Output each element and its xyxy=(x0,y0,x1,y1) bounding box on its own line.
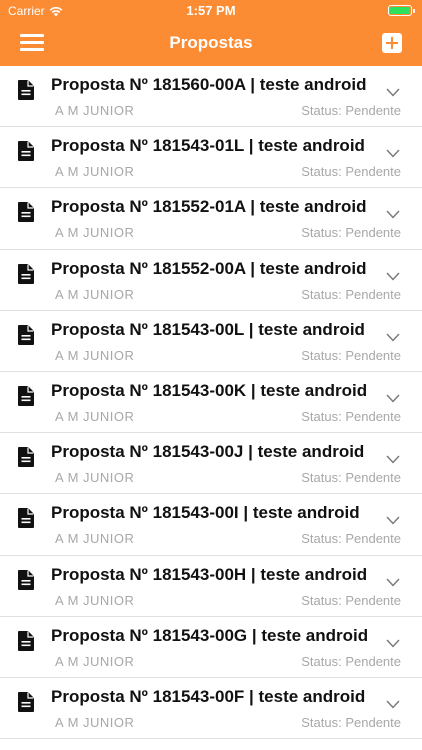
chevron-down-icon[interactable] xyxy=(386,574,400,587)
chevron-down-icon[interactable] xyxy=(386,696,400,709)
proposal-title: Proposta Nº 181543-00H | teste android xyxy=(51,564,368,584)
proposal-status: Status: Pendente xyxy=(301,653,401,669)
status-bar: Carrier 1:57 PM xyxy=(0,0,422,22)
chevron-down-icon[interactable] xyxy=(386,206,400,219)
proposal-client: A M JUNIOR xyxy=(55,470,135,486)
chevron-down-icon[interactable] xyxy=(386,635,400,648)
chevron-down-icon[interactable] xyxy=(386,145,400,158)
proposal-row[interactable]: Proposta Nº 181560-00A | teste android A … xyxy=(0,66,422,128)
proposal-status: Status: Pendente xyxy=(301,714,401,730)
proposal-row[interactable]: Proposta Nº 181543-00K | teste android A … xyxy=(0,371,422,434)
proposal-list: Proposta Nº 181560-00A | teste android A … xyxy=(0,66,422,750)
proposal-client: A M JUNIOR xyxy=(55,103,135,118)
proposal-status: Status: Pendente xyxy=(301,531,401,547)
proposal-status: Status: Pendente xyxy=(301,470,401,486)
document-icon xyxy=(18,263,34,284)
page-title: Propostas xyxy=(169,33,253,52)
proposal-row[interactable]: Proposta Nº 181543-01L | teste android A … xyxy=(0,127,422,189)
document-icon xyxy=(18,141,34,162)
document-icon xyxy=(18,80,34,100)
proposal-row[interactable]: Proposta Nº 181543-00I | teste android A … xyxy=(0,494,422,556)
document-icon xyxy=(18,385,34,406)
proposal-title: Proposta Nº 181543-01L | teste android xyxy=(51,136,365,156)
proposal-row[interactable]: Proposta Nº 181543-00G | teste android A … xyxy=(0,616,422,678)
proposal-status: Status: Pendente xyxy=(301,347,401,363)
proposal-status: Status: Pendente xyxy=(301,103,401,118)
proposal-row[interactable]: Proposta Nº 181543-00H | teste android A … xyxy=(0,555,422,617)
proposal-row[interactable]: Proposta Nº 181552-00A | teste android A … xyxy=(0,249,422,311)
proposal-status: Status: Pendente xyxy=(301,164,401,180)
chevron-down-icon[interactable] xyxy=(386,451,400,464)
document-icon xyxy=(18,447,34,468)
document-icon xyxy=(18,508,34,529)
proposal-title: Proposta Nº 181543-00J | teste android xyxy=(51,442,365,462)
proposal-title: Proposta Nº 181560-00A | teste android xyxy=(51,75,367,94)
proposal-status: Status: Pendente xyxy=(301,225,401,241)
proposal-row[interactable]: Proposta Nº 181543-00F | teste android A … xyxy=(0,677,422,740)
chevron-down-icon[interactable] xyxy=(386,390,400,403)
document-icon xyxy=(18,630,34,651)
proposal-client: A M JUNIOR xyxy=(55,592,135,608)
proposal-status: Status: Pendente xyxy=(301,286,401,302)
proposal-status: Status: Pendente xyxy=(301,408,401,424)
proposal-client: A M JUNIOR xyxy=(55,531,135,547)
proposal-status: Status: Pendente xyxy=(301,592,401,608)
document-icon xyxy=(18,691,34,712)
document-icon xyxy=(18,569,34,590)
clock: 1:57 PM xyxy=(186,3,236,18)
proposal-title: Proposta Nº 181543-00I | teste android xyxy=(51,503,360,523)
proposal-title: Proposta Nº 181543-00G | teste android xyxy=(51,625,369,645)
proposal-client: A M JUNIOR xyxy=(55,653,135,669)
proposal-client: A M JUNIOR xyxy=(55,164,135,180)
proposal-client: A M JUNIOR xyxy=(55,347,135,363)
chevron-down-icon[interactable] xyxy=(386,268,400,281)
document-icon xyxy=(18,202,34,223)
add-proposal-button[interactable] xyxy=(382,33,402,53)
proposal-title: Proposta Nº 181543-00L | teste android xyxy=(51,319,365,339)
proposal-title: Proposta Nº 181552-00A | teste android xyxy=(51,258,367,278)
nav-bar: Propostas xyxy=(0,22,422,66)
chevron-down-icon[interactable] xyxy=(386,84,400,97)
chevron-down-icon[interactable] xyxy=(386,512,400,525)
proposal-title: Proposta Nº 181543-00F | teste android xyxy=(51,686,366,706)
proposal-client: A M JUNIOR xyxy=(55,286,135,302)
proposal-client: A M JUNIOR xyxy=(55,225,135,241)
chevron-down-icon[interactable] xyxy=(386,329,400,342)
proposal-row[interactable]: Proposta Nº 181543-00L | teste android A … xyxy=(0,310,422,372)
proposal-title: Proposta Nº 181552-01A | teste android xyxy=(51,197,367,217)
proposal-title: Proposta Nº 181543-00K | teste android xyxy=(51,380,368,400)
proposal-client: A M JUNIOR xyxy=(55,408,135,424)
battery-icon xyxy=(388,5,415,16)
proposal-client: A M JUNIOR xyxy=(55,714,135,730)
proposal-row[interactable]: Proposta Nº 181552-01A | teste android A … xyxy=(0,188,422,250)
document-icon xyxy=(18,324,34,345)
proposal-row[interactable]: Proposta Nº 181543-00J | teste android A … xyxy=(0,433,422,495)
